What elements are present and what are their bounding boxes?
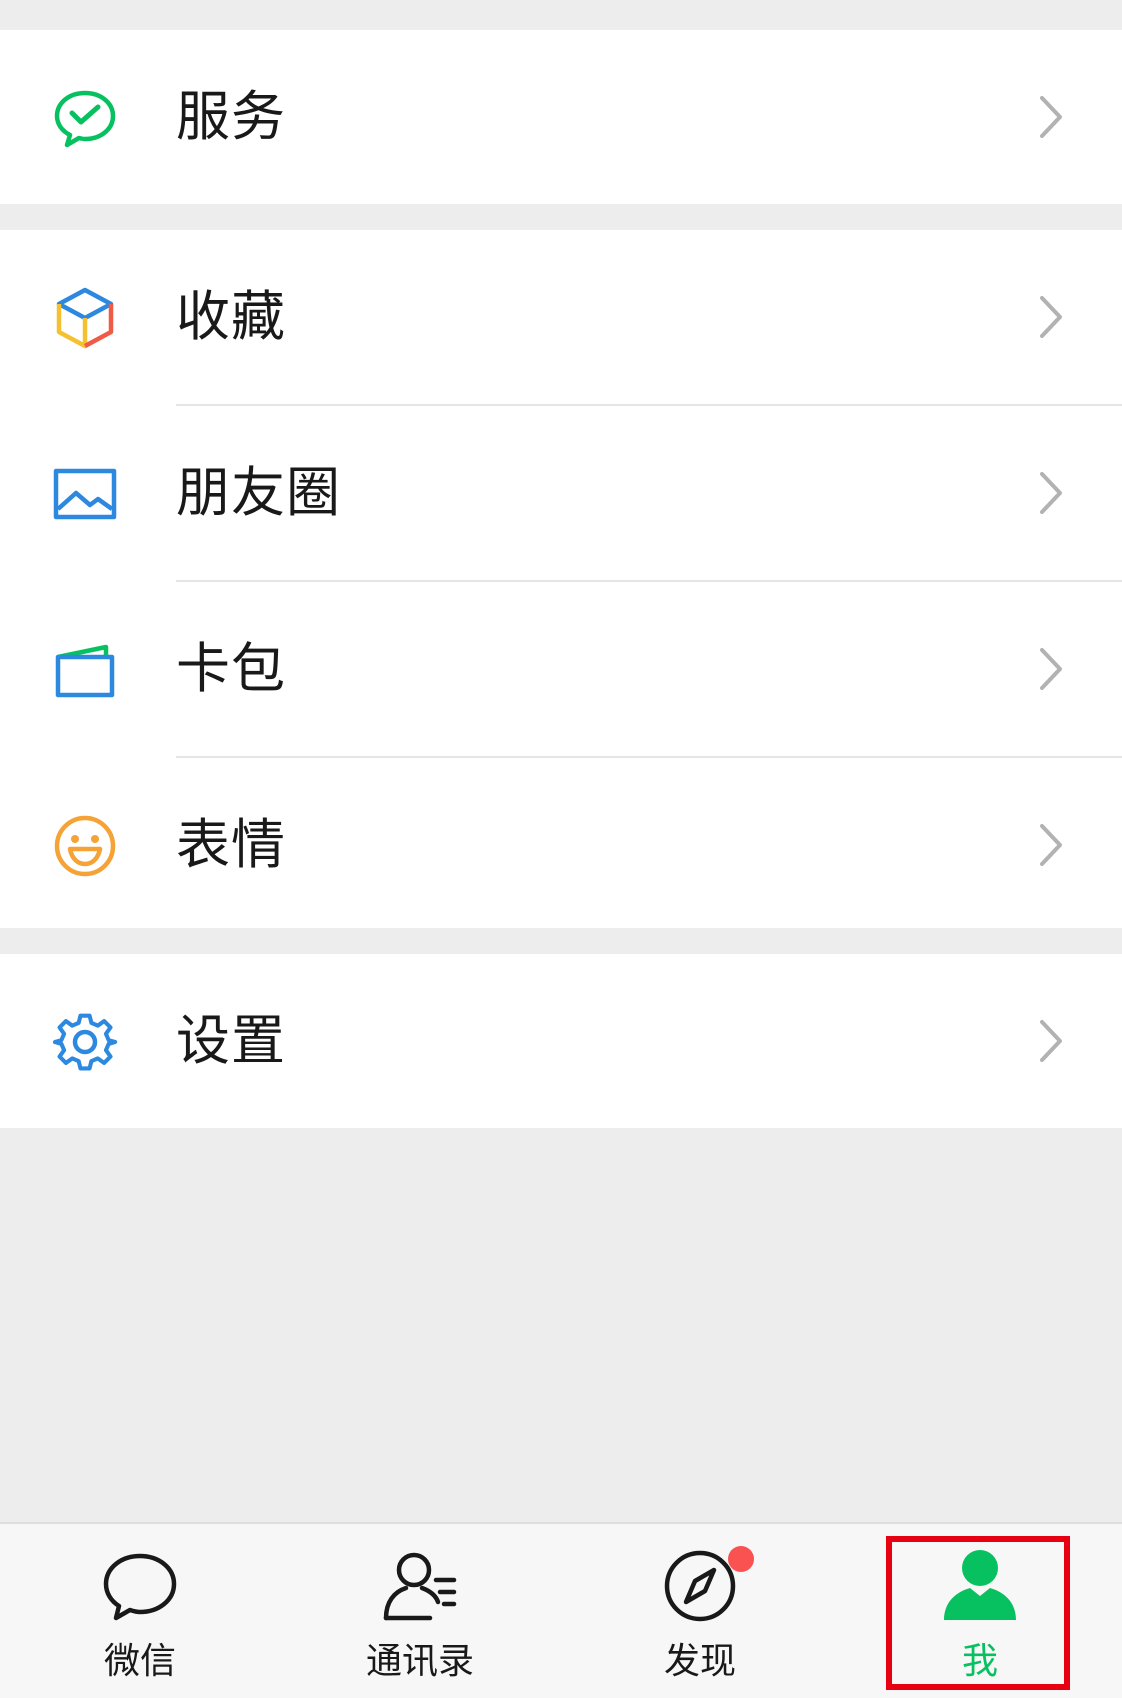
chevron-right-icon — [1036, 822, 1066, 868]
chevron-right-icon — [1036, 1018, 1066, 1064]
menu-item-cards[interactable]: 卡包 — [0, 582, 1122, 756]
wallet-card-icon — [52, 637, 118, 703]
features-group: 收藏 朋友圈 卡包 表情 — [0, 230, 1122, 928]
menu-item-stickers[interactable]: 表情 — [0, 758, 1122, 932]
menu-item-label: 卡包 — [176, 637, 286, 700]
menu-item-moments[interactable]: 朋友圈 — [0, 406, 1122, 580]
contacts-icon — [380, 1546, 460, 1626]
chevron-right-icon — [1036, 646, 1066, 692]
chevron-right-icon — [1036, 470, 1066, 516]
tab-chats[interactable]: 微信 — [40, 1524, 240, 1698]
person-icon — [940, 1546, 1020, 1626]
menu-item-settings[interactable]: 设置 — [0, 954, 1122, 1128]
landscape-picture-icon — [52, 461, 118, 527]
menu-item-label: 收藏 — [176, 285, 286, 348]
tab-discover[interactable]: 发现 — [600, 1524, 800, 1698]
menu-item-label: 服务 — [176, 85, 286, 148]
tab-label: 我 — [961, 1641, 998, 1682]
bottom-tab-bar: 微信 通讯录 发现 我 — [0, 1522, 1122, 1698]
services-group: 服务 — [0, 30, 1122, 204]
wechat-pay-icon — [52, 85, 118, 151]
tab-label: 通讯录 — [365, 1641, 474, 1682]
tab-me[interactable]: 我 — [880, 1524, 1080, 1698]
tab-contacts[interactable]: 通讯录 — [320, 1524, 520, 1698]
chat-bubble-icon — [100, 1546, 180, 1626]
menu-item-label: 设置 — [176, 1009, 286, 1072]
settings-group: 设置 — [0, 954, 1122, 1128]
chevron-right-icon — [1036, 94, 1066, 140]
smiley-icon — [52, 813, 118, 879]
menu-item-services[interactable]: 服务 — [0, 30, 1122, 204]
notification-dot — [728, 1546, 754, 1572]
menu-item-label: 朋友圈 — [176, 461, 341, 524]
menu-item-favorites[interactable]: 收藏 — [0, 230, 1122, 404]
chevron-right-icon — [1036, 294, 1066, 340]
menu-item-label: 表情 — [176, 813, 286, 876]
cube-icon — [52, 285, 118, 351]
tab-label: 微信 — [103, 1641, 176, 1682]
gear-icon — [52, 1009, 118, 1075]
tab-label: 发现 — [663, 1641, 736, 1682]
